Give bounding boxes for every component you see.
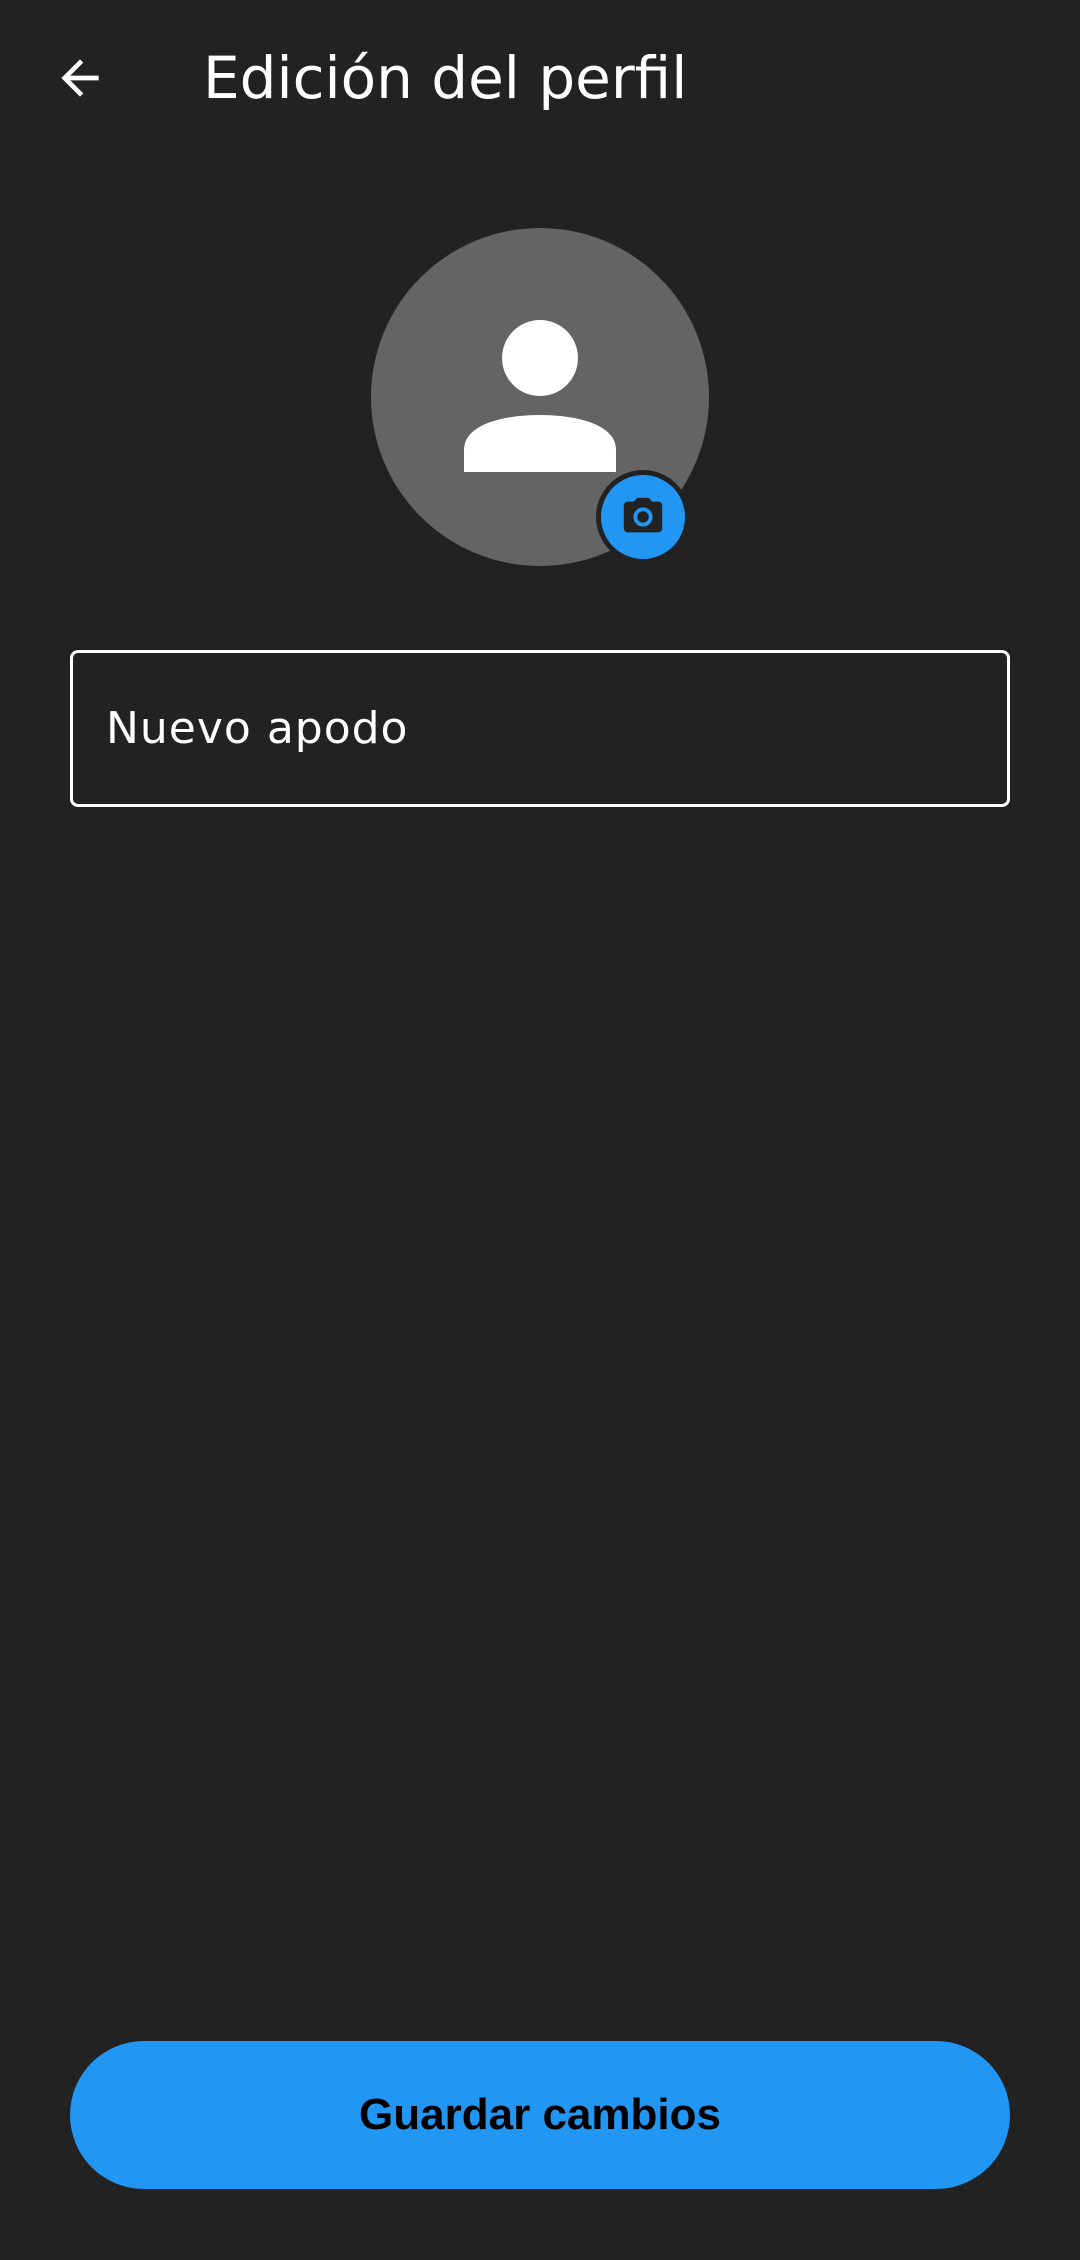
- change-photo-button[interactable]: [596, 470, 690, 564]
- camera-icon: [623, 497, 663, 533]
- nickname-placeholder: Nuevo apodo: [106, 703, 409, 754]
- arrow-back-icon: [61, 59, 99, 97]
- camera-badge: [601, 475, 685, 559]
- nickname-input[interactable]: Nuevo apodo: [70, 650, 1010, 807]
- save-button-label: Guardar cambios: [359, 2090, 721, 2139]
- back-button[interactable]: [40, 38, 120, 118]
- page-title: Edición del perfil: [203, 44, 688, 112]
- avatar-container: [371, 228, 709, 566]
- save-button[interactable]: Guardar cambios: [70, 2041, 1010, 2189]
- edit-profile-screen: Edición del perfil Nuevo apodo Guardar c…: [0, 0, 1080, 2260]
